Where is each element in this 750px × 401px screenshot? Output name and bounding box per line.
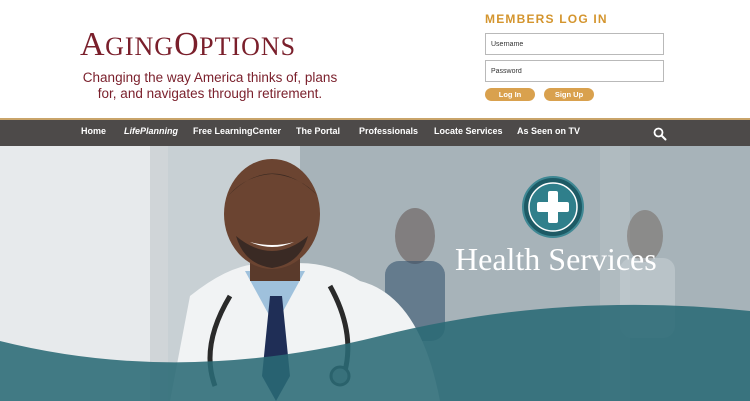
nav-item-portal[interactable]: The Portal (296, 126, 340, 136)
site-header: AGINGOPTIONS Changing the way America th… (0, 0, 750, 118)
nav-item-learning-center[interactable]: Free LearningCenter (193, 126, 281, 136)
login-button[interactable]: Log In (485, 88, 535, 101)
plus-icon (522, 176, 584, 238)
nav-item-professionals[interactable]: Professionals (359, 126, 418, 136)
nav-item-lifeplanning[interactable]: LifePlanning (124, 126, 178, 136)
signup-button[interactable]: Sign Up (544, 88, 594, 101)
logo-text: PTIONS (199, 32, 297, 61)
search-icon[interactable] (653, 127, 667, 141)
site-tagline: Changing the way America thinks of, plan… (82, 70, 338, 101)
username-input[interactable] (485, 33, 664, 55)
logo-text: GING (105, 32, 175, 61)
nav-item-home[interactable]: Home (81, 126, 106, 136)
password-input[interactable] (485, 60, 664, 82)
hero-banner: Health Services (0, 146, 750, 401)
main-nav: Home LifePlanning Free LearningCenter Th… (0, 118, 750, 146)
site-logo[interactable]: AGINGOPTIONS (80, 28, 296, 62)
logo-letter: O (174, 26, 200, 63)
members-login-title: MEMBERS LOG IN (485, 12, 608, 26)
logo-letter: A (80, 26, 106, 63)
nav-item-locate-services[interactable]: Locate Services (434, 126, 503, 136)
nav-item-as-seen-on-tv[interactable]: As Seen on TV (517, 126, 580, 136)
hero-title: Health Services (455, 241, 657, 277)
